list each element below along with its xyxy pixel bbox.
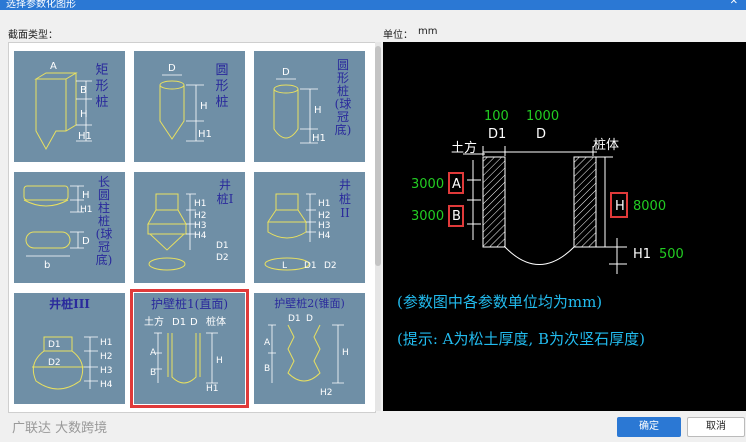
shape-caption: 矩形桩 [95, 63, 109, 110]
svg-text:D2: D2 [48, 358, 61, 368]
shape-well-pile-2[interactable]: H1 H2 H3 H4 L D1 D2 井桩II [254, 172, 365, 283]
svg-text:D: D [282, 67, 290, 78]
svg-text:H1: H1 [318, 199, 331, 209]
window-title: 选择参数化图形 [6, 0, 76, 10]
value-h: 8000 [633, 199, 666, 214]
watermark-logo: 广联达 大数跨境 [12, 421, 108, 436]
shape-oblong-pile[interactable]: H H1 D b 长圆柱桩(球冠底) [14, 172, 125, 283]
label-d: D [536, 127, 546, 142]
svg-text:H1: H1 [78, 131, 92, 142]
param-b: B [452, 209, 461, 224]
well-pile-3-icon: D1 D2 H1 H2 H3 H4 [32, 336, 113, 390]
shape-caption: 圆形桩 [215, 63, 229, 110]
shape-caption: 井桩I [216, 178, 234, 206]
value-d: 1000 [526, 109, 559, 124]
close-icon[interactable]: ✕ [730, 0, 738, 7]
unit-value: mm [418, 26, 438, 37]
svg-text:D2: D2 [216, 253, 229, 263]
svg-text:A: A [150, 348, 157, 358]
dim-a: A [50, 61, 57, 72]
svg-text:H3: H3 [318, 221, 331, 231]
parameter-preview: 100 1000 D1 D 土方 桩体 A 3000 B 3000 H 8000… [383, 42, 746, 411]
svg-text:H2: H2 [320, 388, 333, 398]
svg-text:D: D [82, 236, 90, 247]
svg-text:H: H [314, 105, 322, 116]
svg-text:H3: H3 [100, 366, 113, 376]
svg-text:D1: D1 [288, 314, 301, 324]
shape-well-pile-1[interactable]: H1 H2 H3 H4 D1 D2 井桩I [134, 172, 245, 283]
param-h: H [615, 199, 625, 214]
title-bar: 选择参数化图形 ✕ [0, 0, 746, 10]
value-b: 3000 [411, 209, 444, 224]
note-units: (参数图中各参数单位均为mm) [397, 293, 602, 311]
shape-caption: 圆形桩(球冠底) [334, 58, 352, 137]
svg-text:B: B [150, 368, 156, 378]
svg-text:B: B [80, 85, 87, 96]
svg-text:桩体: 桩体 [206, 315, 226, 328]
section-type-label: 截面类型： [8, 30, 58, 41]
retaining-pile-1-icon: 土方 D1 D 桩体 A B H H1 [144, 315, 226, 394]
svg-text:D1: D1 [216, 241, 229, 251]
shape-retaining-pile-1[interactable]: 护壁桩1(直面) 土方 D1 D 桩体 A B H H1 [130, 289, 249, 408]
shape-rect-pile[interactable]: A B H H1 矩形桩 [14, 51, 125, 162]
shape-retaining-pile-2[interactable]: 护壁桩2(锥面) D1 D A B H H2 [254, 293, 365, 404]
svg-text:D: D [306, 314, 313, 324]
svg-text:H: H [80, 109, 88, 120]
svg-text:D2: D2 [324, 261, 337, 271]
svg-text:H1: H1 [198, 129, 212, 140]
shape-gallery: A B H H1 矩形桩 D H H1 圆形桩 D H H1 圆形桩(球冠底) [8, 42, 376, 413]
shape-caption: 长圆柱桩(球冠底) [95, 175, 113, 267]
unit-label: 单位： [383, 30, 413, 41]
value-h1: 500 [659, 247, 684, 262]
shape-round-pile[interactable]: D H H1 圆形桩 [134, 51, 245, 162]
svg-text:H1: H1 [100, 338, 113, 348]
svg-text:D: D [190, 317, 198, 328]
svg-text:b: b [44, 260, 50, 271]
svg-text:H2: H2 [194, 211, 207, 221]
param-h1: H1 [633, 247, 651, 262]
value-a: 3000 [411, 177, 444, 192]
label-d1: D1 [488, 127, 506, 142]
svg-text:H1: H1 [206, 384, 219, 394]
svg-text:H4: H4 [100, 380, 113, 390]
svg-text:H4: H4 [194, 231, 207, 241]
svg-text:D1: D1 [304, 261, 317, 271]
shape-round-pile-dome[interactable]: D H H1 圆形桩(球冠底) [254, 51, 365, 162]
svg-text:H2: H2 [100, 352, 113, 362]
svg-text:H1: H1 [312, 133, 326, 144]
body-label: 桩体 [593, 138, 619, 153]
svg-text:H4: H4 [318, 231, 331, 241]
param-a: A [452, 177, 461, 192]
svg-text:B: B [264, 364, 270, 374]
note-hint: (提示: A为松土厚度, B为次坚石厚度) [397, 330, 645, 348]
svg-text:土方: 土方 [144, 315, 164, 328]
retaining-pile-2-icon: D1 D A B H H2 [264, 314, 349, 398]
svg-text:H2: H2 [318, 211, 331, 221]
svg-text:H: H [342, 348, 349, 358]
svg-text:H1: H1 [194, 199, 207, 209]
preview-diagram: 100 1000 D1 D 土方 桩体 A 3000 B 3000 H 8000… [397, 109, 684, 348]
svg-text:L: L [282, 261, 287, 271]
shape-caption: 井桩II [338, 178, 351, 220]
svg-text:D1: D1 [172, 317, 186, 328]
shape-well-pile-3[interactable]: 井桩III D1 D2 H1 H2 H3 H4 [14, 293, 125, 404]
svg-text:H: H [82, 190, 90, 201]
ok-button[interactable]: 确定 [617, 417, 681, 437]
svg-text:A: A [264, 338, 271, 348]
scrollbar-thumb[interactable] [375, 46, 381, 266]
svg-text:H: H [216, 356, 223, 366]
svg-text:H: H [200, 101, 208, 112]
svg-text:D1: D1 [48, 340, 61, 350]
svg-text:H3: H3 [194, 221, 207, 231]
svg-text:H1: H1 [80, 205, 93, 215]
cancel-button[interactable]: 取消 [687, 417, 745, 437]
gallery-scrollbar[interactable] [375, 42, 381, 411]
value-d1: 100 [484, 109, 509, 124]
svg-text:D: D [168, 63, 176, 74]
